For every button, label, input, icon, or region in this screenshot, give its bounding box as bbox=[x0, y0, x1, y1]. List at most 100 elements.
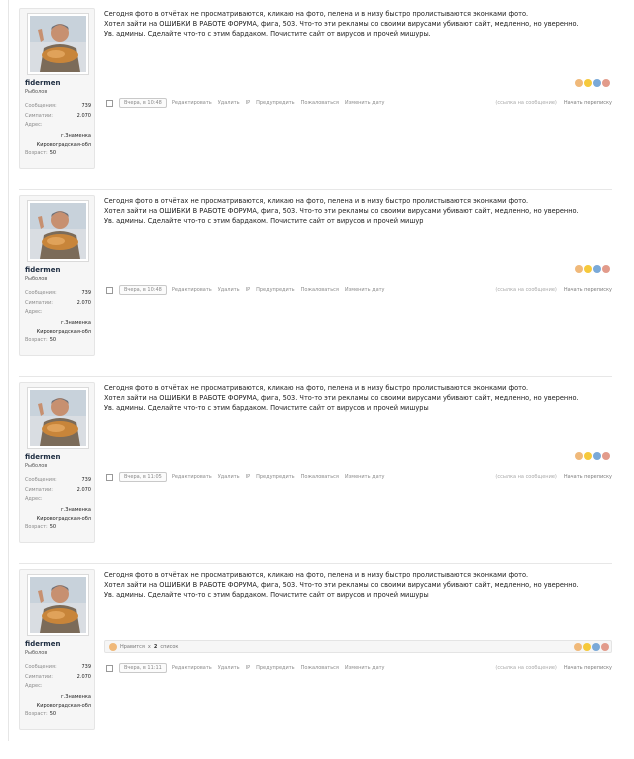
delete-link[interactable]: Удалить bbox=[218, 287, 240, 293]
smile-icon[interactable] bbox=[584, 265, 592, 273]
message-line: Сегодня фото в отчётах не просматриваютс… bbox=[104, 571, 529, 579]
ip-link[interactable]: IP bbox=[246, 665, 251, 671]
likes-label: Нравится bbox=[120, 643, 145, 650]
report-link[interactable]: Пожаловаться bbox=[301, 287, 339, 293]
info-icon[interactable] bbox=[593, 79, 601, 87]
change-date-link[interactable]: Изменить дату bbox=[345, 287, 385, 293]
warn-link[interactable]: Предупредить bbox=[256, 665, 295, 671]
like-icon[interactable] bbox=[575, 265, 583, 273]
sympathy-label: Симпатии: bbox=[25, 486, 53, 493]
user-title: Рыболов bbox=[25, 463, 48, 469]
warn-link[interactable]: Предупредить bbox=[256, 287, 295, 293]
post-date[interactable]: Вчера, в 10:48 bbox=[119, 98, 167, 108]
permalink[interactable]: (ссылка на сообщение) bbox=[495, 287, 556, 293]
start-conversation-link[interactable]: Начать переписку bbox=[564, 665, 612, 671]
dislike-icon[interactable] bbox=[601, 643, 609, 651]
post-divider bbox=[19, 563, 612, 564]
select-checkbox[interactable] bbox=[106, 286, 113, 294]
likes-list-link[interactable]: список bbox=[160, 644, 178, 650]
delete-link[interactable]: Удалить bbox=[218, 474, 240, 480]
select-checkbox[interactable] bbox=[106, 473, 113, 481]
ip-link[interactable]: IP bbox=[246, 474, 251, 480]
avatar[interactable] bbox=[27, 13, 89, 75]
info-icon[interactable] bbox=[593, 265, 601, 273]
avatar[interactable] bbox=[27, 387, 89, 449]
messages-count[interactable]: 739 bbox=[81, 102, 91, 112]
select-checkbox[interactable] bbox=[106, 99, 113, 107]
delete-link[interactable]: Удалить bbox=[218, 100, 240, 106]
report-link[interactable]: Пожаловаться bbox=[301, 474, 339, 480]
warn-link[interactable]: Предупредить bbox=[256, 474, 295, 480]
ip-link[interactable]: IP bbox=[246, 287, 251, 293]
edit-link[interactable]: Редактировать bbox=[172, 665, 212, 671]
change-date-link[interactable]: Изменить дату bbox=[345, 100, 385, 106]
warn-link[interactable]: Предупредить bbox=[256, 100, 295, 106]
edit-link[interactable]: Редактировать bbox=[172, 100, 212, 106]
username[interactable]: fidermen bbox=[25, 79, 60, 87]
post-actions: Вчера, в 10:48 Редактировать Удалить IP … bbox=[106, 284, 612, 296]
start-conversation-link[interactable]: Начать переписку bbox=[564, 287, 612, 293]
user-stats: Сообщения: 739 Симпатии: 2.070 Адрес: г.Зн… bbox=[25, 663, 91, 719]
post-date[interactable]: Вчера, в 10:48 bbox=[119, 285, 167, 295]
messages-count[interactable]: 739 bbox=[81, 476, 91, 486]
permalink[interactable]: (ссылка на сообщение) bbox=[495, 474, 556, 480]
dislike-icon[interactable] bbox=[602, 452, 610, 460]
username[interactable]: fidermen bbox=[25, 266, 60, 274]
address-label: Адрес: bbox=[25, 309, 43, 315]
edit-link[interactable]: Редактировать bbox=[172, 287, 212, 293]
message-line: Хотел зайти на ОШИБКИ В РАБОТЕ ФОРУМА, ф… bbox=[104, 581, 579, 589]
messages-count[interactable]: 739 bbox=[81, 289, 91, 299]
message-line: Ув. админы. Сделайте что-то с этим барда… bbox=[104, 217, 424, 225]
start-conversation-link[interactable]: Начать переписку bbox=[564, 100, 612, 106]
messages-count[interactable]: 739 bbox=[81, 663, 91, 673]
age-value: 50 bbox=[49, 336, 57, 343]
smile-icon[interactable] bbox=[584, 452, 592, 460]
address-region: Кировоградская-обл bbox=[36, 515, 91, 522]
like-icon[interactable] bbox=[575, 79, 583, 87]
dislike-icon[interactable] bbox=[602, 79, 610, 87]
permalink[interactable]: (ссылка на сообщение) bbox=[495, 100, 556, 106]
delete-link[interactable]: Удалить bbox=[218, 665, 240, 671]
change-date-link[interactable]: Изменить дату bbox=[345, 474, 385, 480]
user-title: Рыболов bbox=[25, 89, 48, 95]
post-actions: Вчера, в 11:11 Редактировать Удалить IP … bbox=[106, 662, 612, 674]
forum-post: fidermen Рыболов Сообщения: 739 Симпатии:… bbox=[19, 195, 612, 385]
likes-multiplier: x bbox=[147, 643, 151, 650]
info-icon[interactable] bbox=[593, 452, 601, 460]
like-icon[interactable] bbox=[575, 452, 583, 460]
sympathy-label: Симпатии: bbox=[25, 673, 53, 680]
forum-post: fidermen Рыболов Сообщения: 739 Симпатии:… bbox=[19, 8, 612, 198]
change-date-link[interactable]: Изменить дату bbox=[345, 665, 385, 671]
smile-icon[interactable] bbox=[584, 79, 592, 87]
like-icon[interactable] bbox=[574, 643, 582, 651]
post-date[interactable]: Вчера, в 11:11 bbox=[119, 663, 167, 673]
dislike-icon[interactable] bbox=[602, 265, 610, 273]
message-line: Ув. админы. Сделайте что-то с этим барда… bbox=[104, 404, 429, 412]
message-line: Хотел зайти на ОШИБКИ В РАБОТЕ ФОРУМА, ф… bbox=[104, 20, 579, 28]
username[interactable]: fidermen bbox=[25, 453, 60, 461]
reaction-bar bbox=[574, 643, 609, 651]
select-checkbox[interactable] bbox=[106, 664, 113, 672]
sympathy-label: Симпатии: bbox=[25, 299, 53, 306]
info-icon[interactable] bbox=[592, 643, 600, 651]
address-label: Адрес: bbox=[25, 683, 43, 689]
avatar[interactable] bbox=[27, 574, 89, 636]
message-line: Сегодня фото в отчётах не просматриваютс… bbox=[104, 197, 529, 205]
username[interactable]: fidermen bbox=[25, 640, 60, 648]
report-link[interactable]: Пожаловаться bbox=[301, 100, 339, 106]
report-link[interactable]: Пожаловаться bbox=[301, 665, 339, 671]
edit-link[interactable]: Редактировать bbox=[172, 474, 212, 480]
smile-icon[interactable] bbox=[583, 643, 591, 651]
sympathy-count: 2.070 bbox=[76, 673, 91, 680]
post-date[interactable]: Вчера, в 11:05 bbox=[119, 472, 167, 482]
message-line: Хотел зайти на ОШИБКИ В РАБОТЕ ФОРУМА, ф… bbox=[104, 394, 579, 402]
age-label: Возраст: bbox=[25, 149, 48, 156]
start-conversation-link[interactable]: Начать переписку bbox=[564, 474, 612, 480]
permalink[interactable]: (ссылка на сообщение) bbox=[495, 665, 556, 671]
ip-link[interactable]: IP bbox=[246, 100, 251, 106]
message-line: Хотел зайти на ОШИБКИ В РАБОТЕ ФОРУМА, ф… bbox=[104, 207, 579, 215]
sympathy-count: 2.070 bbox=[76, 299, 91, 306]
sympathy-label: Симпатии: bbox=[25, 112, 53, 119]
address-city: г.Знаменка bbox=[61, 319, 91, 326]
avatar[interactable] bbox=[27, 200, 89, 262]
